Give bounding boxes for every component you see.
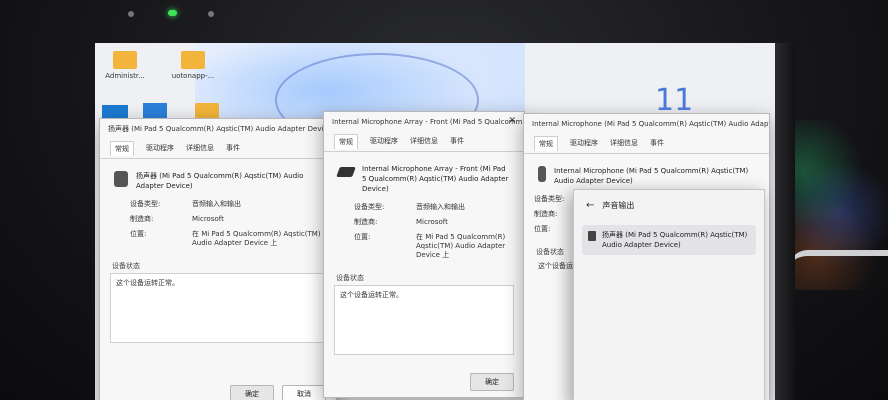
tab-details[interactable]: 详细信息	[410, 134, 438, 149]
bezel-dot	[208, 11, 214, 17]
device-header: Internal Microphone (Mi Pad 5 Qualcomm(R…	[524, 154, 769, 192]
tab-details[interactable]: 详细信息	[610, 136, 638, 151]
screen-edge-shadow	[775, 43, 795, 400]
prop-label: 设备类型:	[354, 203, 385, 211]
status-section-label: 设备状态	[112, 262, 140, 270]
device-name: 扬声器 (Mi Pad 5 Qualcomm(R) Aqstic(TM) Aud…	[136, 172, 304, 190]
cancel-button[interactable]: 取消	[282, 385, 326, 400]
ok-button[interactable]: 确定	[230, 385, 274, 400]
button-row: 确定 取消	[230, 385, 326, 400]
device-name: Internal Microphone Array - Front (Mi Pa…	[362, 165, 509, 193]
mic-front-properties-window: Internal Microphone Array - Front (Mi Pa…	[323, 111, 525, 398]
device-header: 扬声器 (Mi Pad 5 Qualcomm(R) Aqstic(TM) Aud…	[100, 159, 336, 197]
tab-details[interactable]: 详细信息	[186, 141, 214, 156]
microphone-icon	[538, 166, 546, 182]
tab-events[interactable]: 事件	[450, 134, 464, 149]
prop-label: 制造商:	[130, 215, 154, 223]
laptop-screen: Administr... uotonapp-... 扬声器 (Mi Pad 5 …	[95, 43, 775, 400]
window-title: Internal Microphone Array - Front (Mi Pa…	[332, 118, 524, 126]
tab-events[interactable]: 事件	[650, 136, 664, 151]
tab-driver[interactable]: 驱动程序	[570, 136, 598, 151]
device-name: Internal Microphone (Mi Pad 5 Qualcomm(R…	[554, 167, 749, 185]
prop-value: 音频输入和输出	[192, 200, 241, 208]
panel-header: ← 声音输出	[574, 190, 764, 221]
back-arrow-icon[interactable]: ←	[586, 200, 594, 211]
prop-label: 制造商:	[354, 218, 378, 226]
status-text: 这个设备运转正常。	[116, 279, 179, 287]
status-section-label: 设备状态	[336, 274, 364, 282]
output-device-item[interactable]: 扬声器 (Mi Pad 5 Qualcomm(R) Aqstic(TM) Aud…	[582, 225, 756, 255]
wallpaper-number: 11	[655, 83, 694, 118]
folder-icon	[113, 51, 137, 69]
desktop-icon-label: uotonapp-...	[171, 72, 215, 80]
output-device-label: 扬声器 (Mi Pad 5 Qualcomm(R) Aqstic(TM) Aud…	[602, 231, 748, 249]
usb-cable	[788, 250, 888, 290]
prop-value: Microsoft	[416, 218, 448, 226]
tab-bar: 常规 驱动程序 详细信息 事件	[324, 132, 524, 152]
sound-output-panel: ← 声音输出 扬声器 (Mi Pad 5 Qualcomm(R) Aqstic(…	[573, 189, 765, 400]
tab-general[interactable]: 常规	[534, 136, 558, 151]
folder-icon	[181, 51, 205, 69]
bezel-dot	[128, 11, 134, 17]
prop-value: Microsoft	[192, 215, 224, 223]
prop-row: 制造商: Microsoft	[100, 212, 336, 227]
prop-label: 设备类型:	[130, 200, 161, 208]
button-row: 确定	[470, 373, 514, 391]
speaker-icon	[114, 171, 128, 187]
prop-value: 在 Mi Pad 5 Qualcomm(R) Aqstic(TM) Audio …	[192, 230, 321, 247]
device-header: Internal Microphone Array - Front (Mi Pa…	[324, 152, 524, 200]
prop-value: 音频输入和输出	[416, 203, 465, 211]
microphone-icon	[336, 167, 356, 177]
tab-general[interactable]: 常规	[334, 134, 358, 149]
status-textbox: 这个设备运转正常。	[334, 285, 514, 355]
prop-row: 设备类型: 音频输入和输出	[324, 200, 524, 215]
tab-bar: 常规 驱动程序 详细信息 事件	[524, 134, 769, 154]
tab-bar: 常规 驱动程序 详细信息 事件	[100, 139, 336, 159]
ok-button[interactable]: 确定	[470, 373, 514, 391]
desktop-icon-label: Administr...	[105, 72, 145, 80]
desktop-icon-app[interactable]: uotonapp-...	[163, 51, 223, 80]
window-title: 扬声器 (Mi Pad 5 Qualcomm(R) Aqstic(TM) Aud…	[108, 125, 336, 133]
speaker-properties-window: 扬声器 (Mi Pad 5 Qualcomm(R) Aqstic(TM) Aud…	[99, 118, 337, 400]
tab-events[interactable]: 事件	[226, 141, 240, 156]
prop-row: 设备类型: 音频输入和输出	[100, 197, 336, 212]
desktop-icon-admin[interactable]: Administr...	[95, 51, 155, 80]
prop-row: 制造商: Microsoft	[324, 215, 524, 230]
panel-title: 声音输出	[602, 201, 635, 210]
status-textbox: 这个设备运转正常。	[110, 273, 326, 343]
prop-value: 在 Mi Pad 5 Qualcomm(R) Aqstic(TM) Audio …	[416, 233, 506, 259]
tab-driver[interactable]: 驱动程序	[146, 141, 174, 156]
tab-driver[interactable]: 驱动程序	[370, 134, 398, 149]
prop-label: 位置:	[130, 230, 147, 238]
camera-indicator-light	[168, 10, 177, 16]
close-icon[interactable]: ✕	[508, 116, 516, 126]
prop-row: 位置: 在 Mi Pad 5 Qualcomm(R) Aqstic(TM) Au…	[100, 227, 336, 251]
window-title: Internal Microphone (Mi Pad 5 Qualcomm(R…	[532, 120, 769, 128]
prop-label: 位置:	[354, 233, 371, 241]
tab-general[interactable]: 常规	[110, 141, 134, 156]
prop-row: 位置: 在 Mi Pad 5 Qualcomm(R) Aqstic(TM) Au…	[324, 230, 524, 263]
status-text: 这个设备运转正常。	[340, 291, 403, 299]
speaker-icon	[588, 231, 596, 241]
